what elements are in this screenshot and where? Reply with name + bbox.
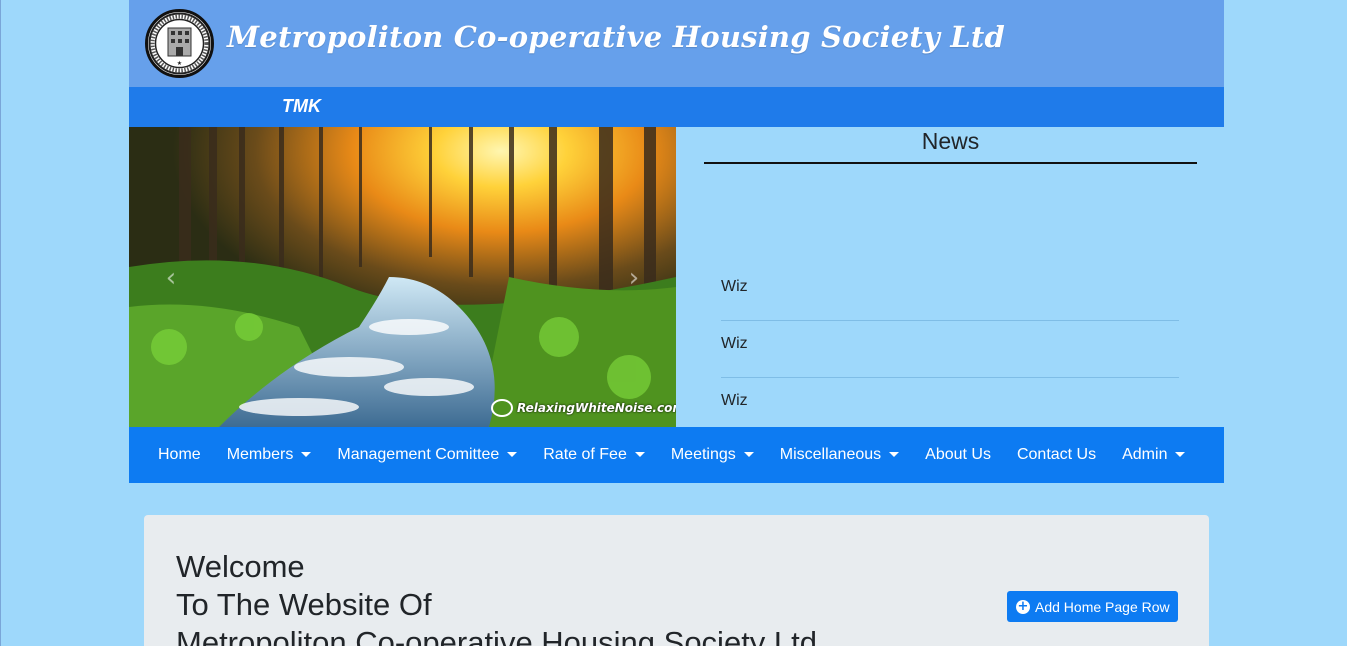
svg-text:★: ★: [177, 60, 182, 67]
nav-meetings[interactable]: Meetings: [658, 446, 767, 464]
news-list: Wiz Wiz Wiz: [721, 264, 1179, 427]
caret-down-icon: [1175, 451, 1186, 457]
marquee-text: TMK: [282, 96, 321, 116]
main-navbar: Home Members Management Comittee Rate of…: [129, 427, 1224, 483]
society-seal-icon[interactable]: ★: [145, 9, 214, 78]
plus-circle-icon: +: [1016, 598, 1030, 614]
carousel-next-icon[interactable]: ›: [619, 263, 649, 293]
caret-down-icon: [889, 451, 900, 457]
nav-contact-us[interactable]: Contact Us: [1004, 446, 1109, 464]
carousel-prev-icon[interactable]: ‹: [156, 263, 186, 293]
add-button-label: Add Home Page Row: [1035, 598, 1170, 615]
site-title: Metropoliton Co-operative Housing Societ…: [227, 20, 1005, 54]
news-item[interactable]: Wiz: [721, 264, 1179, 321]
welcome-jumbotron: Welcome To The Website Of Metropoliton C…: [144, 515, 1209, 646]
nav-members[interactable]: Members: [214, 446, 325, 464]
page-container: ★ Metropoliton Co-operative Housing Soci…: [129, 0, 1224, 483]
news-item[interactable]: Wiz: [721, 378, 1179, 427]
image-carousel[interactable]: ‹ › RelaxingWhiteNoise.com: [129, 127, 676, 427]
forest-stream-image: [129, 127, 676, 427]
nav-management-comittee[interactable]: Management Comittee: [324, 446, 530, 464]
welcome-line-3: Metropoliton Co-operative Housing Societ…: [176, 625, 818, 646]
watermark-text: RelaxingWhiteNoise.com: [517, 401, 676, 415]
image-watermark: RelaxingWhiteNoise.com: [491, 399, 676, 417]
caret-down-icon: [507, 451, 518, 457]
add-home-page-row-button[interactable]: + Add Home Page Row: [1007, 591, 1178, 622]
hero-section: ‹ › RelaxingWhiteNoise.com News Wiz Wiz …: [129, 127, 1224, 427]
site-header: ★ Metropoliton Co-operative Housing Soci…: [129, 0, 1224, 87]
nav-admin[interactable]: Admin: [1109, 446, 1198, 464]
nav-rate-of-fee[interactable]: Rate of Fee: [530, 446, 658, 464]
news-item[interactable]: Wiz: [721, 321, 1179, 378]
caret-down-icon: [301, 451, 312, 457]
nav-home[interactable]: Home: [145, 446, 214, 464]
caret-down-icon: [743, 451, 754, 457]
news-panel: News Wiz Wiz Wiz: [704, 127, 1197, 427]
welcome-line-2: To The Website Of: [176, 587, 432, 622]
nav-about-us[interactable]: About Us: [912, 446, 1004, 464]
welcome-heading: Welcome To The Website Of Metropoliton C…: [176, 548, 817, 646]
marquee-bar: TMK: [129, 87, 1224, 127]
welcome-line-1: Welcome: [176, 549, 305, 584]
nav-miscellaneous[interactable]: Miscellaneous: [767, 446, 912, 464]
caret-down-icon: [634, 451, 645, 457]
watermark-logo-icon: [491, 399, 513, 417]
news-title: News: [704, 127, 1197, 164]
